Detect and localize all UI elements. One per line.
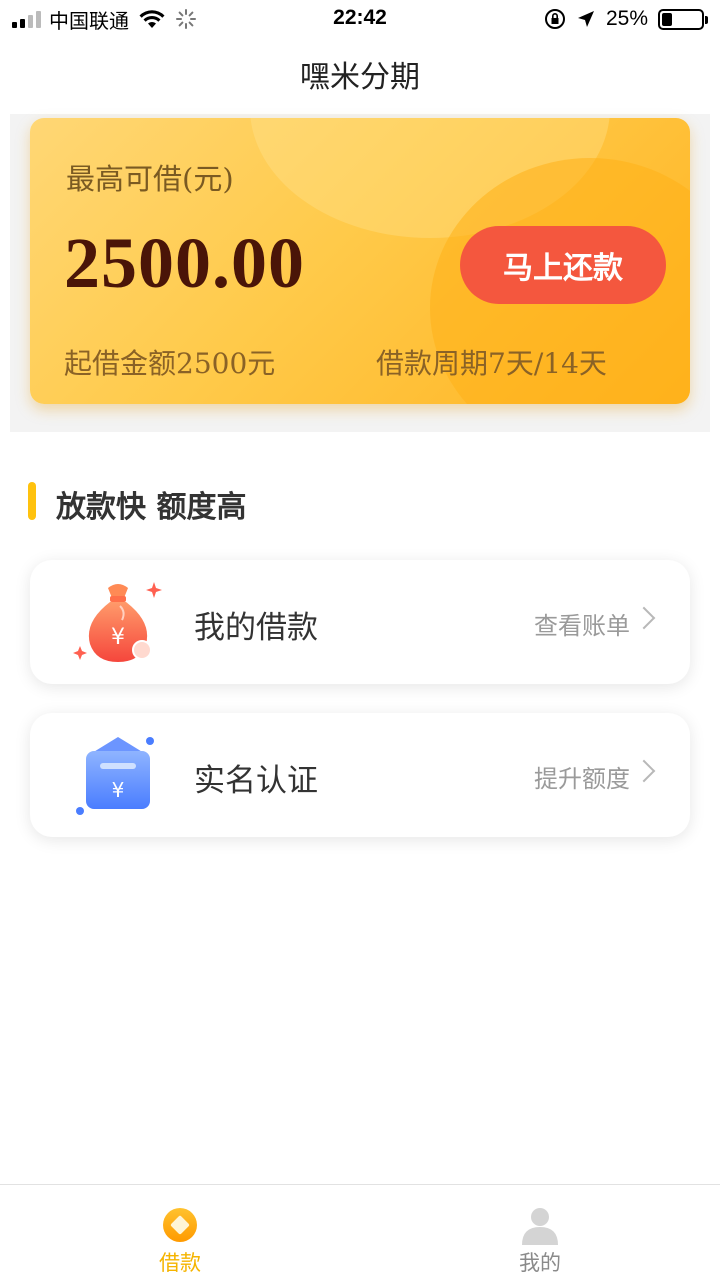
section-accent-bar [28,482,36,520]
user-icon [522,1208,558,1245]
page-title: 嘿米分期 [300,60,420,95]
tab-mine[interactable]: 我的 [360,1185,720,1280]
tab-loan-label: 借款 [159,1251,201,1275]
loan-limit-card: 最高可借(元) 2500.00 马上还款 起借金额2500元 借款周期7天/14… [30,118,690,404]
min-loan-text: 起借金额2500元 [64,347,276,380]
raise-limit-link[interactable]: 提升额度 [534,759,630,794]
my-loans-item[interactable]: ¥ 我的借款 查看账单 [30,560,690,684]
loan-period-text: 借款周期7天/14天 [376,347,607,380]
coin-icon [163,1208,197,1242]
tab-loan[interactable]: 借款 [0,1185,360,1280]
section-title: 放款快 额度高 [56,490,247,525]
repay-now-button[interactable]: 马上还款 [460,226,666,304]
tab-bar: 借款 我的 [0,1184,720,1280]
max-loan-amount: 2500.00 [64,223,305,303]
svg-text:¥: ¥ [111,625,125,650]
real-name-auth-title: 实名认证 [194,763,318,799]
battery-icon [658,8,708,30]
wallet-icon: ¥ [76,737,154,815]
real-name-auth-item[interactable]: ¥ 实名认证 提升额度 [30,713,690,837]
money-bag-icon: ¥ [73,582,162,662]
status-right: 25% [544,6,708,32]
svg-text:¥: ¥ [112,778,125,802]
my-loans-title: 我的借款 [194,610,318,646]
status-bar: 中国联通 22:42 25% [0,0,720,38]
tab-mine-label: 我的 [519,1251,561,1275]
orientation-lock-icon [544,9,565,29]
view-bill-link[interactable]: 查看账单 [534,606,630,641]
chevron-right-icon [632,759,656,783]
location-icon [577,11,594,27]
chevron-right-icon [632,606,656,630]
max-loan-label: 最高可借(元) [66,162,234,196]
battery-percent: 25% [605,7,648,30]
